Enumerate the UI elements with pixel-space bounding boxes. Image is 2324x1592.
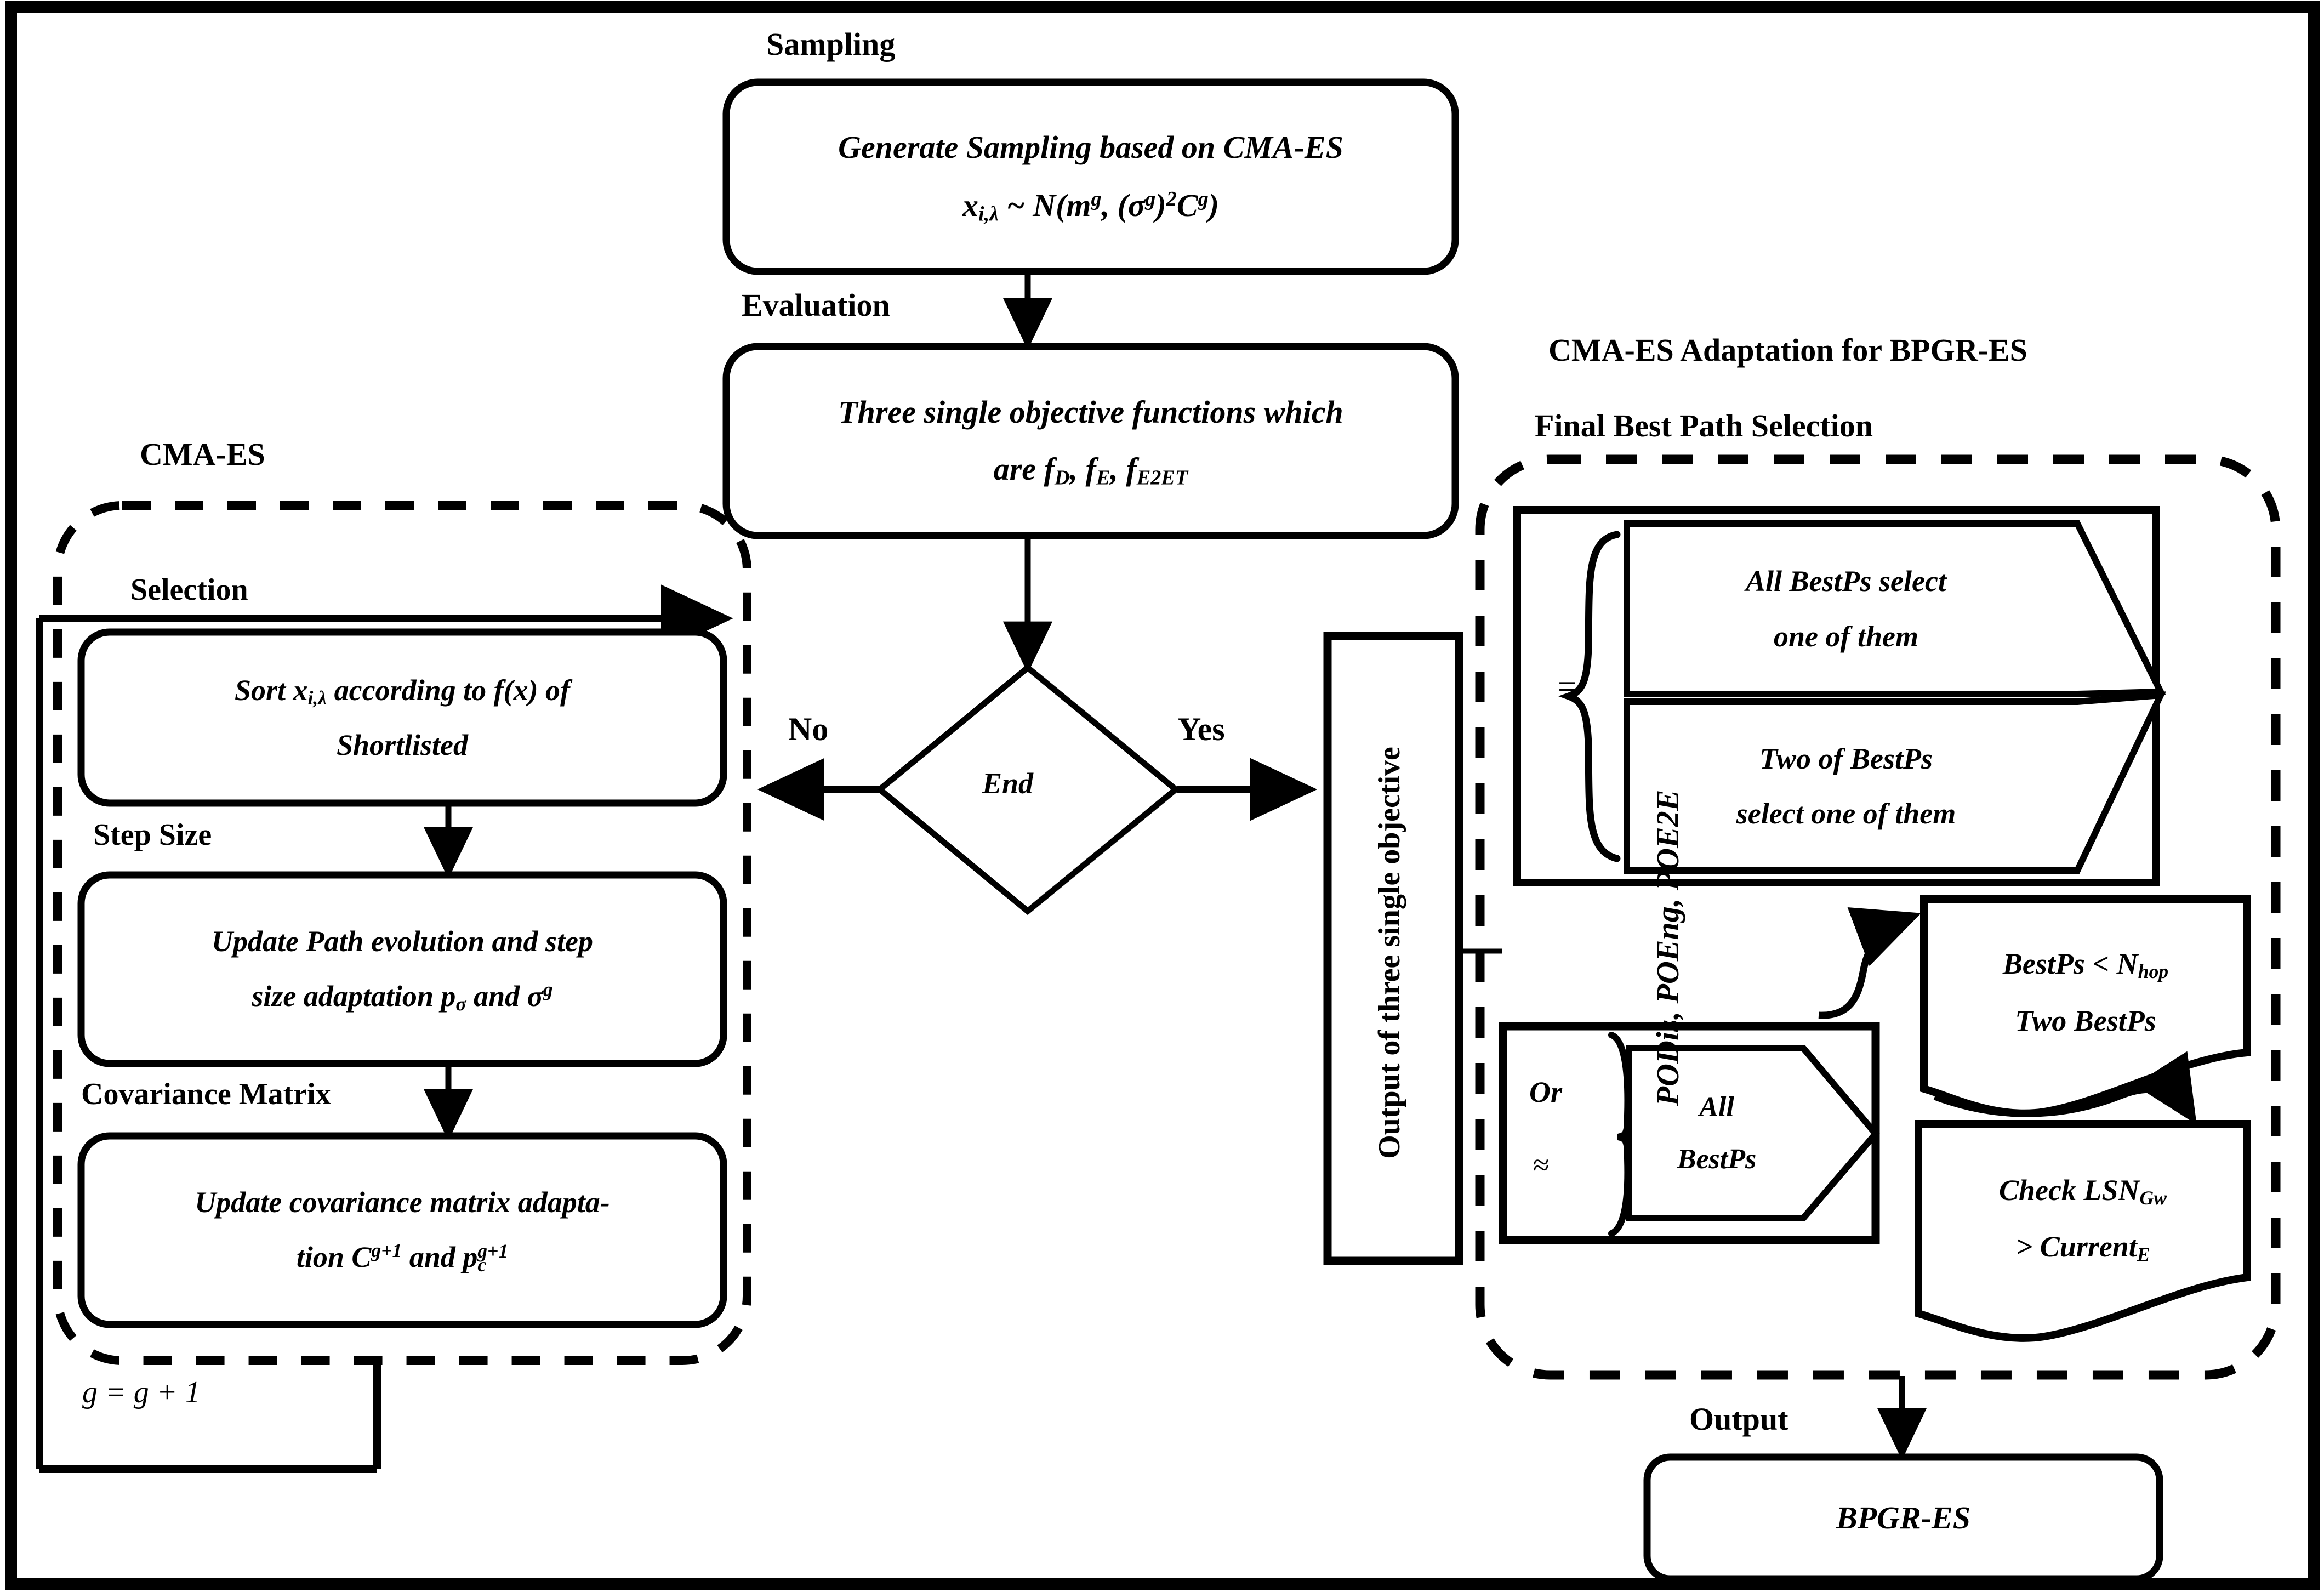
decision-no-label: No [788, 711, 829, 747]
label-final-best-path-selection: Final Best Path Selection [1535, 408, 1873, 444]
decision-end-label: End [982, 767, 1034, 800]
equals-sign-label: = [1556, 668, 1579, 706]
sampling-line-1: Generate Sampling based on CMA-ES [838, 129, 1343, 165]
selection-line-2: Shortlisted [336, 728, 469, 761]
step-size-line-2: size adaptation pσ and σg [252, 979, 553, 1015]
bestps-to-checklsn-arrow [1933, 1051, 2197, 1125]
label-covariance-matrix: Covariance Matrix [81, 1077, 331, 1111]
final-output-box-text: BPGR-ES [1647, 1457, 2160, 1579]
label-output: Output [1689, 1401, 1788, 1437]
label-step-size: Step Size [93, 818, 212, 852]
check-lsn-box-text: Check LSNGw > CurrentE [1918, 1128, 2247, 1309]
check-lsn-line-2: > CurrentE [2015, 1230, 2150, 1265]
or-label: Or [1529, 1076, 1563, 1108]
or-approx-brace [1608, 1032, 1631, 1237]
all-bestps-line-1: All BestPs select [1746, 565, 1946, 598]
evaluation-line-2: are fD, fE, fE2ET [993, 451, 1188, 489]
approx-label: ≈ [1533, 1148, 1549, 1181]
output-column-caption: Output of three single objective [1372, 747, 1406, 1159]
sampling-line-2: xi,λ ~ N(mg, (σg)2Cg) [962, 187, 1220, 225]
step-size-line-1: Update Path evolution and step [211, 925, 593, 958]
selection-line-1: Sort xi,λ according to f(x) of [234, 674, 571, 709]
label-cma-es-adaptation-title: CMA-ES Adaptation for BPGR-ES [1548, 332, 2027, 368]
all-bestps-box-text: All BestPs select one of them [1627, 524, 2065, 694]
evaluation-line-1: Three single objective functions which [838, 394, 1343, 430]
flowchart-canvas: Sampling Evaluation CMA-ES Selection Ste… [0, 0, 2324, 1592]
selection-box-text: Sort xi,λ according to f(x) of Shortlist… [81, 632, 724, 803]
decision-yes-label: Yes [1177, 711, 1225, 747]
label-selection: Selection [130, 573, 248, 607]
final-output-label: BPGR-ES [1836, 1499, 1970, 1536]
two-bestps-box-text: Two of BestPs select one of them [1627, 702, 2065, 871]
label-evaluation: Evaluation [742, 287, 890, 323]
covariance-line-1: Update covariance matrix adapta- [195, 1186, 610, 1219]
label-sampling: Sampling [766, 26, 896, 62]
two-bestps-line-2: select one of them [1736, 797, 1956, 830]
all-bestps-small-text: All BestPs [1634, 1048, 1799, 1218]
bestps-nhop-line-1: BestPs < Nhop [2002, 947, 2169, 982]
label-cma-es: CMA-ES [140, 436, 265, 472]
all-bestps-small-line-1: All [1699, 1091, 1734, 1123]
covariance-box-text: Update covariance matrix adapta- tion Cg… [81, 1136, 724, 1324]
all-bestps-line-2: one of them [1774, 619, 1918, 653]
or-to-bestps-arrow [1818, 907, 1922, 1019]
evaluation-box-text: Three single objective functions which a… [726, 346, 1455, 536]
step-size-box-text: Update Path evolution and step size adap… [81, 875, 724, 1064]
sampling-box-text: Generate Sampling based on CMA-ES xi,λ ~… [726, 82, 1455, 271]
two-bestps-line-1: Two of BestPs [1759, 742, 1933, 775]
generation-counter-label: g = g + 1 [82, 1375, 201, 1409]
bestps-nhop-box-text: BestPs < Nhop Two BestPs [1924, 905, 2247, 1080]
all-bestps-small-line-2: BestPs [1677, 1144, 1757, 1175]
bestps-nhop-line-2: Two BestPs [2015, 1004, 2156, 1037]
check-lsn-line-1: Check LSNGw [1999, 1173, 2167, 1209]
covariance-line-2: tion Cg+1 and pcg+1 [296, 1240, 509, 1276]
